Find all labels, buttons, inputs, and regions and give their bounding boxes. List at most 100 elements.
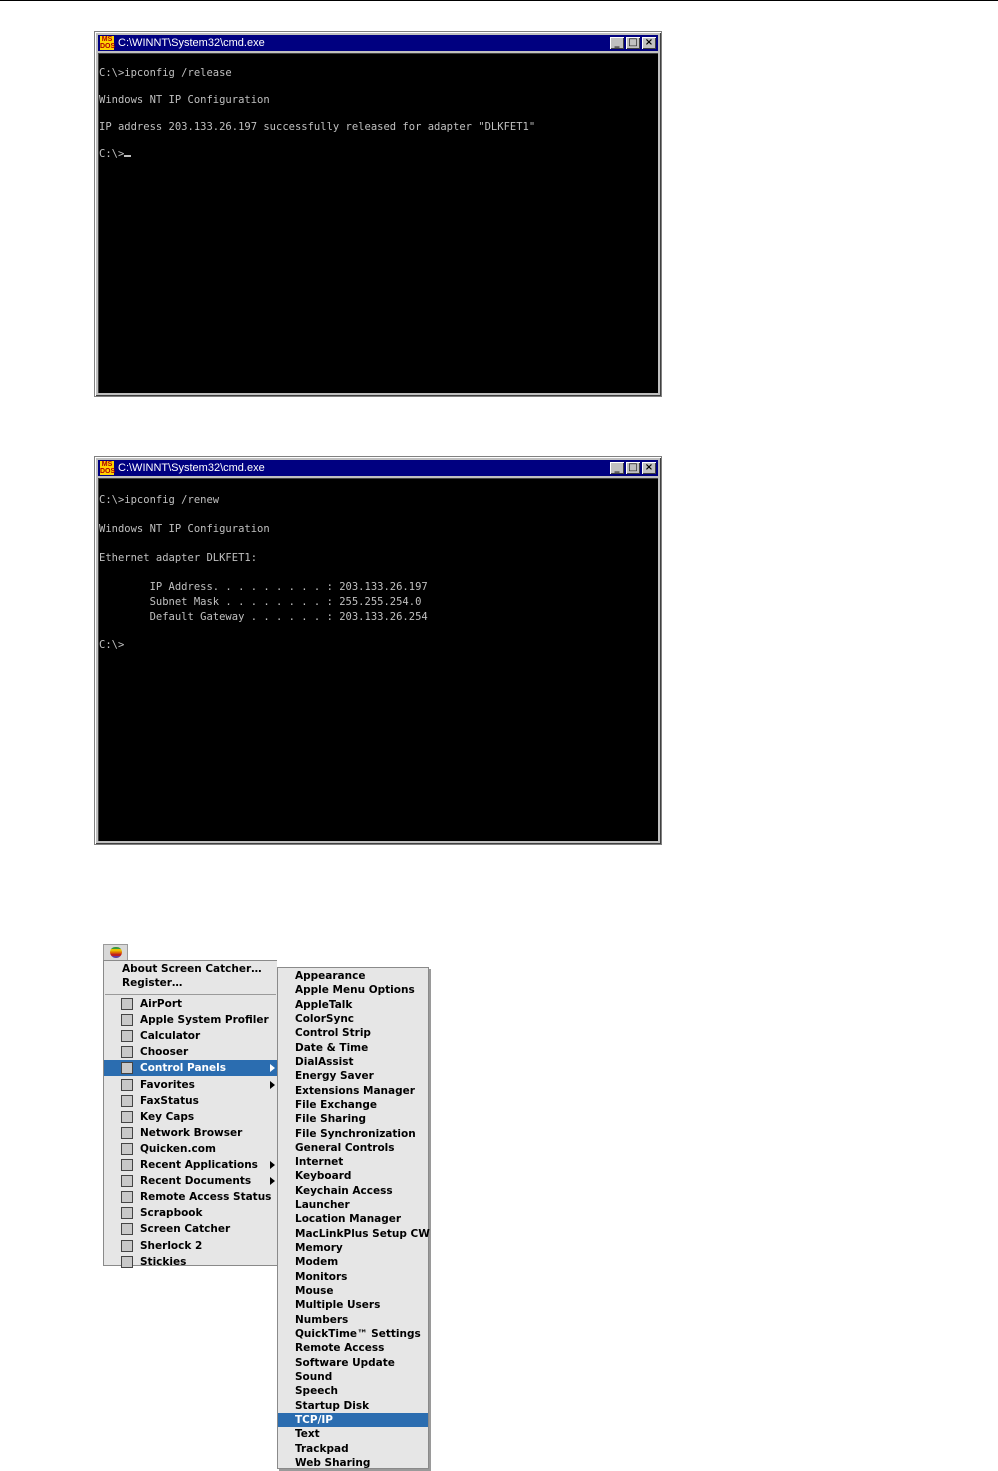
console-line: Windows NT IP Configuration [99, 94, 270, 106]
window-titlebar[interactable]: MS DOS C:\WINNT\System32\cmd.exe _ □ × [98, 35, 658, 51]
minimize-button[interactable]: _ [610, 462, 624, 474]
control-panel-item[interactable]: Speech [278, 1384, 428, 1398]
control-panel-item[interactable]: Appearance [278, 969, 428, 983]
menu-item-label: Screen Catcher [140, 1223, 231, 1236]
apple-menu-item[interactable]: Screen Catcher [104, 1221, 277, 1237]
console-prompt: C:\> [99, 148, 125, 160]
apple-menu-item[interactable]: Calculator [104, 1028, 277, 1044]
menu-item-label: Speech [295, 1385, 339, 1398]
control-panel-item[interactable]: Software Update [278, 1356, 428, 1370]
control-panel-item[interactable]: Apple Menu Options [278, 983, 428, 997]
control-panel-item[interactable]: Keychain Access [278, 1184, 428, 1198]
apple-menu-item[interactable]: Network Browser [104, 1125, 277, 1141]
menu-item-label: Trackpad [295, 1442, 349, 1455]
control-panel-item[interactable]: Startup Disk [278, 1399, 428, 1413]
apple-menu-item[interactable]: Recent Documents [104, 1173, 277, 1189]
maximize-button[interactable]: □ [626, 462, 640, 474]
control-panel-item[interactable]: File Sharing [278, 1112, 428, 1126]
control-panel-item[interactable]: Launcher [278, 1198, 428, 1212]
apple-menu-item[interactable]: FaxStatus [104, 1093, 277, 1109]
control-panel-item[interactable]: TCP/IP [278, 1412, 428, 1427]
apple-menu[interactable]: About Screen Catcher… Register… AirPort A… [103, 960, 277, 1268]
window-title: C:\WINNT\System32\cmd.exe [118, 462, 265, 474]
control-panel-item[interactable]: Keyboard [278, 1169, 428, 1183]
menu-item-label: Sound [295, 1370, 333, 1383]
close-button[interactable]: × [642, 37, 656, 49]
control-panel-item[interactable]: QuickTime™ Settings [278, 1327, 428, 1341]
apple-menu-item[interactable]: Remote Access Status [104, 1189, 277, 1205]
control-panel-item[interactable]: Web Sharing [278, 1456, 428, 1470]
control-panel-item[interactable]: File Synchronization [278, 1127, 428, 1141]
control-panel-item[interactable]: Mouse [278, 1284, 428, 1298]
cmd-window-renew[interactable]: MS DOS C:\WINNT\System32\cmd.exe _ □ × C… [94, 456, 662, 845]
control-panel-item[interactable]: Date & Time [278, 1041, 428, 1055]
console-line: C:\>ipconfig /release [99, 67, 232, 79]
msdos-icon[interactable]: MS DOS [100, 461, 115, 475]
menu-item-label: TCP/IP [295, 1413, 334, 1426]
control-panel-item[interactable]: MacLinkPlus Setup CW [278, 1227, 430, 1241]
msdos-icon[interactable]: MS DOS [100, 36, 115, 50]
control-panel-item[interactable]: Memory [278, 1241, 428, 1255]
control-panel-item[interactable]: Multiple Users [278, 1298, 428, 1312]
console-prompt-line: C:\> [99, 148, 132, 161]
control-panel-item[interactable]: Sound [278, 1370, 428, 1384]
control-panel-item[interactable]: Monitors [278, 1270, 428, 1284]
menu-separator [105, 994, 276, 995]
control-panel-item[interactable]: Energy Saver [278, 1069, 428, 1083]
apple-menu-item[interactable]: Quicken.com [104, 1141, 277, 1157]
console-output[interactable]: C:\>ipconfig /renew Windows NT IP Config… [98, 478, 658, 841]
menu-item-label: Location Manager [295, 1213, 402, 1226]
apple-menu-item[interactable]: Chooser [104, 1044, 277, 1060]
control-panels-submenu[interactable]: Appearance Apple Menu Options AppleTalk Col… [277, 967, 430, 1470]
control-panel-item[interactable]: Control Strip [278, 1026, 428, 1040]
window-titlebar[interactable]: MS DOS C:\WINNT\System32\cmd.exe _ □ × [98, 460, 658, 476]
menu-item-label: Text [295, 1428, 320, 1441]
menu-item-label: Quicken.com [140, 1142, 216, 1155]
apple-menu-item[interactable]: Control Panels [104, 1060, 277, 1077]
cmd-window-release[interactable]: MS DOS C:\WINNT\System32\cmd.exe _ □ × C… [94, 31, 662, 397]
minimize-button[interactable]: _ [610, 37, 624, 49]
profiler-icon [121, 1014, 133, 1027]
menu-item-label: Date & Time [295, 1041, 369, 1054]
menu-item-label: Keyboard [295, 1170, 352, 1183]
apple-menu-item[interactable]: Scrapbook [104, 1205, 277, 1221]
control-panel-item[interactable]: Numbers [278, 1313, 428, 1327]
menu-item-label: Control Panels [140, 1062, 227, 1075]
menu-item-label: Appearance [295, 970, 366, 982]
control-panel-item[interactable]: Location Manager [278, 1212, 428, 1226]
apple-menu-item[interactable]: Stickies [104, 1254, 277, 1270]
apple-menu-item[interactable]: Apple System Profiler [104, 1012, 277, 1028]
apple-menu-item[interactable]: Key Caps [104, 1109, 277, 1125]
apple-menu-item[interactable]: AirPort [104, 996, 277, 1012]
control-panel-item[interactable]: AppleTalk [278, 998, 428, 1012]
maximize-button[interactable]: □ [626, 37, 640, 49]
apple-menu-item[interactable]: Sherlock 2 [104, 1238, 277, 1254]
menu-item-label: Startup Disk [295, 1399, 370, 1412]
console-output[interactable]: C:\>ipconfig /release Windows NT IP Conf… [98, 53, 658, 393]
submenu-arrow-icon [270, 1177, 275, 1186]
close-button[interactable]: × [642, 462, 656, 474]
apple-menu-title[interactable] [103, 944, 128, 961]
control-panel-item[interactable]: Modem [278, 1255, 428, 1269]
apple-menu-item[interactable]: Favorites [104, 1077, 277, 1093]
menu-item-label: Remote Access Status [140, 1191, 272, 1204]
menu-item-label: Multiple Users [295, 1299, 381, 1312]
control-panel-item[interactable]: ColorSync [278, 1012, 428, 1026]
menu-item-label: File Sharing [295, 1113, 367, 1126]
apple-menu-item[interactable]: Recent Applications [104, 1157, 277, 1173]
menu-item-label: Favorites [140, 1078, 195, 1091]
control-panel-item[interactable]: Text [278, 1427, 428, 1441]
control-panel-item[interactable]: Internet [278, 1155, 428, 1169]
stickies-icon [121, 1255, 133, 1268]
control-panel-item[interactable]: DialAssist [278, 1055, 428, 1069]
control-panel-item[interactable]: Trackpad [278, 1442, 428, 1456]
menu-item-label: Apple Menu Options [295, 984, 415, 997]
control-panel-item[interactable]: Extensions Manager [278, 1084, 428, 1098]
register-item[interactable]: Register… [104, 975, 277, 991]
control-panel-item[interactable]: File Exchange [278, 1098, 428, 1112]
control-panel-item[interactable]: General Controls [278, 1141, 428, 1155]
apple-logo-icon [110, 947, 122, 958]
control-panel-item[interactable]: Remote Access [278, 1341, 428, 1355]
menu-item-label: Modem [295, 1256, 339, 1269]
menu-item-label: QuickTime™ Settings [295, 1328, 421, 1340]
